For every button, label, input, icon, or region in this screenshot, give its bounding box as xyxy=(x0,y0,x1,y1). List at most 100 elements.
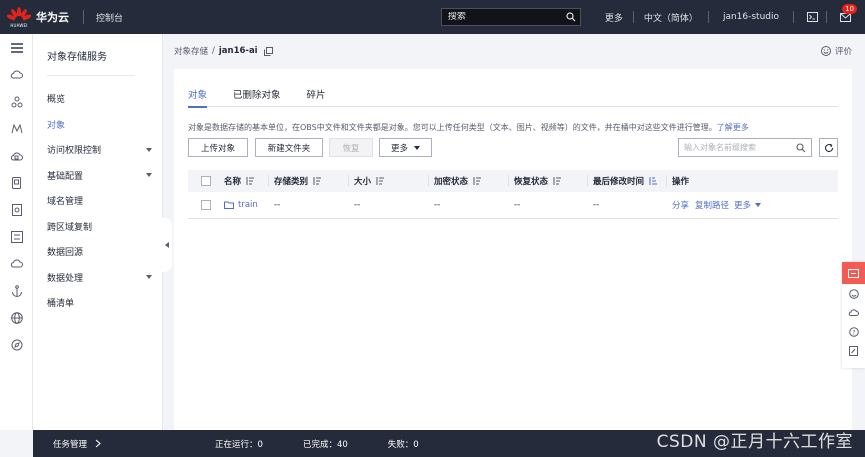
review-button[interactable]: 评价 xyxy=(820,45,852,57)
column-header-name[interactable]: 名称 xyxy=(224,175,255,187)
restore-button[interactable]: 恢复 xyxy=(329,138,373,157)
service-list-button[interactable] xyxy=(0,34,33,61)
table-row: train -- -- -- -- -- 分享 复制路径 更多 xyxy=(188,192,838,219)
row-more-link[interactable]: 更多 xyxy=(734,199,762,211)
sidebar-item[interactable]: 跨区域复制 xyxy=(33,214,162,240)
checkbox[interactable] xyxy=(201,176,211,186)
sort-icon[interactable] xyxy=(312,177,322,185)
sort-icon[interactable] xyxy=(472,177,482,185)
column-header-storage-class[interactable]: 存储类别 xyxy=(274,175,322,187)
rail-item-cloud-db[interactable] xyxy=(0,142,33,169)
cloud-shell-button[interactable] xyxy=(798,0,826,34)
notes-button[interactable] xyxy=(842,341,865,360)
search-icon[interactable] xyxy=(796,142,806,153)
sidebar-item[interactable]: 概览 xyxy=(33,86,162,112)
refresh-button[interactable] xyxy=(819,138,838,157)
column-header-restore[interactable]: 恢复状态 xyxy=(514,175,562,187)
learn-more-link[interactable]: 了解更多 xyxy=(717,123,749,132)
breadcrumb-current: jan16-ai xyxy=(218,46,258,56)
sidebar-item[interactable]: 对象 xyxy=(33,112,162,138)
top-bar-right: 更多 中文（简体） jan16-studio 10 xyxy=(440,0,865,34)
refresh-icon xyxy=(824,143,833,152)
share-link[interactable]: 分享 xyxy=(672,199,689,211)
object-name-link[interactable]: train xyxy=(224,200,258,210)
row-checkbox[interactable] xyxy=(201,200,211,210)
ai-icon xyxy=(11,123,22,133)
sidebar-item[interactable]: 域名管理 xyxy=(33,188,162,214)
select-all-checkbox[interactable] xyxy=(201,176,211,186)
terminal-icon xyxy=(806,12,818,22)
smile-button[interactable] xyxy=(842,284,865,303)
column-header-size[interactable]: 大小 xyxy=(354,175,385,187)
breadcrumb-root[interactable]: 对象存储 xyxy=(174,45,208,57)
sidebar-item[interactable]: 数据回源 xyxy=(33,239,162,265)
more-actions-button[interactable]: 更多 xyxy=(379,138,432,157)
floating-toolbar: ? xyxy=(842,262,865,368)
global-search-input[interactable] xyxy=(447,12,558,22)
rail-item-cloud[interactable] xyxy=(0,61,33,88)
rail-item-cloud-service[interactable] xyxy=(0,250,33,277)
search-icon[interactable] xyxy=(566,12,576,22)
tab-objects[interactable]: 对象 xyxy=(188,83,208,108)
sort-icon[interactable] xyxy=(245,177,255,185)
upload-object-button[interactable]: 上传对象 xyxy=(188,138,248,157)
sidebar-collapse-button[interactable] xyxy=(162,218,172,272)
tab-deleted-objects[interactable]: 已删除对象 xyxy=(233,83,281,107)
rail-item-anchor[interactable] xyxy=(0,277,33,304)
column-modified-label: 最后修改时间 xyxy=(593,177,645,187)
global-search[interactable] xyxy=(440,8,581,26)
tab-fragments[interactable]: 碎片 xyxy=(307,83,326,107)
rail-item-compass[interactable] xyxy=(0,331,33,358)
console-link[interactable]: 控制台 xyxy=(96,11,123,24)
sidebar-item[interactable]: 数据处理 xyxy=(33,265,162,291)
objects-panel: 对象 已删除对象 碎片 对象是数据存储的基本单位，在OBS中文件和文件夹都是对象… xyxy=(174,69,852,430)
column-header-modified[interactable]: 最后修改时间 xyxy=(593,175,658,187)
column-name-label: 名称 xyxy=(224,177,242,187)
object-search[interactable] xyxy=(678,138,812,157)
task-management-toggle[interactable]: 任务管理 xyxy=(53,438,215,450)
logo-text: HUAWEI xyxy=(10,22,28,28)
column-header-encryption[interactable]: 加密状态 xyxy=(434,175,482,187)
rail-item-globe[interactable] xyxy=(0,304,33,331)
sort-active-icon[interactable] xyxy=(648,177,658,185)
new-folder-button[interactable]: 新建文件夹 xyxy=(255,138,323,157)
cloud-database-icon xyxy=(10,152,23,160)
sidebar-item-label: 访问权限控制 xyxy=(47,146,102,157)
brand-name[interactable]: 华为云 xyxy=(36,9,69,25)
sidebar-item[interactable]: 桶清单 xyxy=(33,290,162,316)
sidebar-item-label: 基础配置 xyxy=(47,171,84,182)
task-management-label: 任务管理 xyxy=(53,439,88,450)
feedback-button[interactable] xyxy=(842,262,865,284)
cloud-service-button[interactable] xyxy=(842,303,865,322)
user-menu[interactable]: jan16-studio xyxy=(709,12,793,22)
done-label: 已完成： xyxy=(302,439,337,450)
rail-item-document[interactable] xyxy=(0,196,33,223)
language-selector[interactable]: 中文（简体） xyxy=(634,11,708,24)
hamburger-icon xyxy=(10,42,23,53)
help-icon: ? xyxy=(848,326,859,337)
chevron-right-icon xyxy=(95,439,101,448)
breadcrumb-separator: / xyxy=(212,46,215,56)
copy-icon[interactable] xyxy=(263,46,273,56)
rail-item-network[interactable] xyxy=(0,88,33,115)
divider xyxy=(47,75,135,76)
rail-item-ai[interactable] xyxy=(0,115,33,142)
object-search-input[interactable] xyxy=(684,143,794,152)
sidebar-item[interactable]: 访问权限控制 xyxy=(33,137,162,163)
sidebar-item[interactable]: 基础配置 xyxy=(33,163,162,189)
huawei-logo[interactable]: HUAWEI xyxy=(6,2,32,32)
rail-item-mobile[interactable] xyxy=(0,169,33,196)
row-more-label: 更多 xyxy=(734,201,752,211)
object-tabs: 对象 已删除对象 碎片 xyxy=(188,83,838,108)
sidebar-item-label: 概览 xyxy=(47,95,66,106)
sort-icon[interactable] xyxy=(375,177,385,185)
rail-item-storage[interactable] xyxy=(0,223,33,250)
messages-button[interactable]: 10 xyxy=(831,0,859,34)
checkbox[interactable] xyxy=(201,200,211,210)
more-menu[interactable]: 更多 xyxy=(595,11,633,24)
svg-text:?: ? xyxy=(852,329,855,336)
sort-icon[interactable] xyxy=(552,177,562,185)
copy-path-link[interactable]: 复制路径 xyxy=(695,199,729,211)
help-button[interactable]: ? xyxy=(842,322,865,341)
document-icon xyxy=(11,203,22,216)
